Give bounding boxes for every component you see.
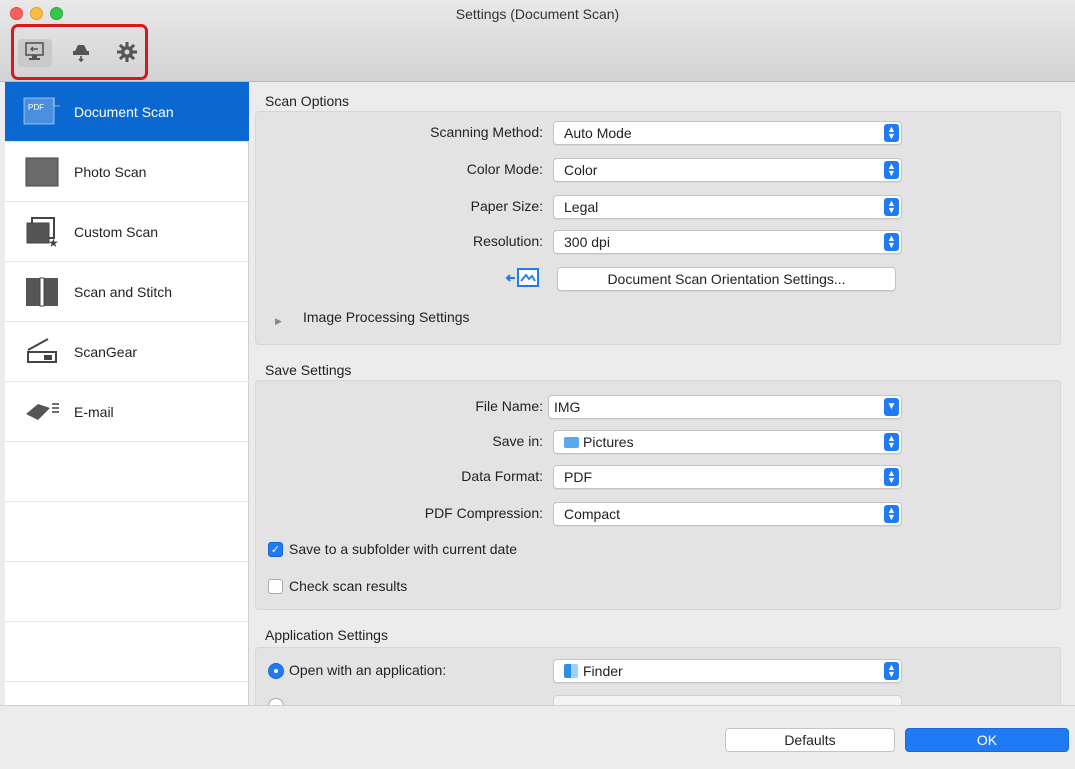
save-settings-panel: File Name: IMG ▼ Save in: Pictures ▲ ▼ Da… [255,380,1061,610]
sidebar-item-label: ScanGear [74,343,138,360]
scanning-method-value: Auto Mode [564,125,632,141]
sidebar-item-label: Photo Scan [74,163,147,180]
sidebar-item-scangear[interactable]: ScanGear [5,322,249,382]
title-bar: Settings (Document Scan) [0,0,1075,82]
scan-from-panel-icon [70,41,92,66]
image-processing-settings-toggle[interactable]: Image Processing Settings [303,309,470,325]
chevron-down-icon[interactable]: ▼ [884,398,899,416]
stepper-chevrons-icon: ▲ ▼ [884,505,899,523]
subfolder-label: Save to a subfolder with current date [289,541,518,557]
sidebar-empty-row [5,622,249,682]
svg-text:PDF: PDF [28,103,44,112]
finder-icon [564,664,578,678]
email-icon [20,394,64,430]
send-to-app-radio[interactable] [268,698,284,705]
sidebar-item-photo-scan[interactable]: Photo Scan [5,142,249,202]
resolution-select[interactable]: 300 dpi ▲ ▼ [553,230,902,254]
data-format-value: PDF [564,469,592,485]
sidebar-item-label: E-mail [74,403,114,420]
scan-options-heading: Scan Options [265,93,350,109]
sidebar-empty-row [5,502,249,562]
gear-icon [116,41,138,66]
scan-from-computer-icon [24,41,46,66]
stepper-chevrons-icon: ▲ ▼ [884,433,899,451]
resolution-label: Resolution: [472,233,543,249]
sidebar-item-scan-and-stitch[interactable]: Scan and Stitch [5,262,249,322]
stepper-chevrons-icon: ▲ ▼ [884,124,899,142]
dialog-footer: Defaults OK [0,705,1075,769]
stepper-chevrons-icon: ▲ ▼ [884,233,899,251]
custom-scan-icon: ★ [20,214,64,250]
pdf-compression-value: Compact [564,506,621,522]
check-scan-results-checkbox[interactable] [268,579,283,594]
data-format-select[interactable]: PDF ▲ ▼ [553,465,902,489]
file-name-combobox[interactable]: IMG ▼ [548,395,902,419]
scanning-method-label: Scanning Method: [430,124,543,140]
orientation-settings-button[interactable]: Document Scan Orientation Settings... [557,267,896,291]
sidebar-item-label: Scan and Stitch [74,283,173,300]
pdf-compression-label: PDF Compression: [424,505,543,521]
save-in-value: Pictures [583,434,634,450]
color-mode-label: Color Mode: [466,161,543,177]
sidebar-empty-row [5,442,249,502]
scanner-icon [20,334,64,370]
scan-type-sidebar: PDF Document Scan Photo Scan ★ Custom Sc… [5,82,249,705]
paper-size-label: Paper Size: [470,198,543,214]
sidebar-item-email[interactable]: E-mail [5,382,249,442]
disclosure-triangle-icon[interactable]: ▶ [275,316,282,327]
scan-options-panel: Scanning Method: Auto Mode ▲ ▼ Color Mode… [255,111,1061,345]
scanning-method-select[interactable]: Auto Mode ▲ ▼ [553,121,902,145]
stitch-icon [20,274,64,310]
defaults-button[interactable]: Defaults [725,728,895,752]
stepper-chevrons-icon: ▲ ▼ [884,161,899,179]
file-name-value: IMG [554,399,581,415]
open-with-app-radio[interactable] [268,663,284,679]
data-format-label: Data Format: [461,468,543,484]
send-to-app-select[interactable] [553,695,902,705]
sidebar-item-document-scan[interactable]: PDF Document Scan [5,82,249,142]
paper-size-value: Legal [564,199,599,215]
tab-scan-from-computer[interactable] [18,39,52,67]
color-mode-value: Color [564,162,598,178]
open-with-app-label: Open with an application: [289,662,447,678]
application-settings-heading: Application Settings [265,627,388,643]
tab-scan-from-panel[interactable] [64,39,98,67]
toolbar-tab-group [11,24,148,80]
photo-icon [20,154,64,190]
sidebar-empty-row [5,562,249,622]
window-title: Settings (Document Scan) [455,6,620,22]
save-in-label: Save in: [492,433,543,449]
orientation-preview-icon [503,265,543,291]
subfolder-checkbox[interactable]: ✓ [268,542,283,557]
paper-size-select[interactable]: Legal ▲ ▼ [553,195,902,219]
sidebar-item-label: Custom Scan [74,223,159,240]
file-name-label: File Name: [475,398,543,414]
check-scan-results-label: Check scan results [289,578,408,594]
application-settings-panel: Open with an application: Finder ▲ ▼ [255,647,1061,705]
save-in-select[interactable]: Pictures ▲ ▼ [553,430,902,454]
folder-icon [564,437,579,448]
tab-general-settings[interactable] [110,39,144,67]
ok-button[interactable]: OK [905,728,1069,752]
settings-content: Scan Options Scanning Method: Auto Mode … [250,82,1075,705]
stepper-chevrons-icon: ▲ ▼ [884,198,899,216]
pdf-compression-select[interactable]: Compact ▲ ▼ [553,502,902,526]
application-select[interactable]: Finder ▲ ▼ [553,659,902,683]
resolution-value: 300 dpi [564,234,610,250]
sidebar-item-label: Document Scan [74,103,174,120]
pdf-document-icon: PDF [20,94,64,130]
sidebar-item-custom-scan[interactable]: ★ Custom Scan [5,202,249,262]
stepper-chevrons-icon: ▲ ▼ [884,468,899,486]
settings-window: Settings (Document Scan) PDF Document Sc… [0,0,1075,769]
stepper-chevrons-icon: ▲ ▼ [884,662,899,680]
application-value: Finder [583,663,623,679]
color-mode-select[interactable]: Color ▲ ▼ [553,158,902,182]
save-settings-heading: Save Settings [265,362,352,378]
svg-text:★: ★ [48,236,59,248]
